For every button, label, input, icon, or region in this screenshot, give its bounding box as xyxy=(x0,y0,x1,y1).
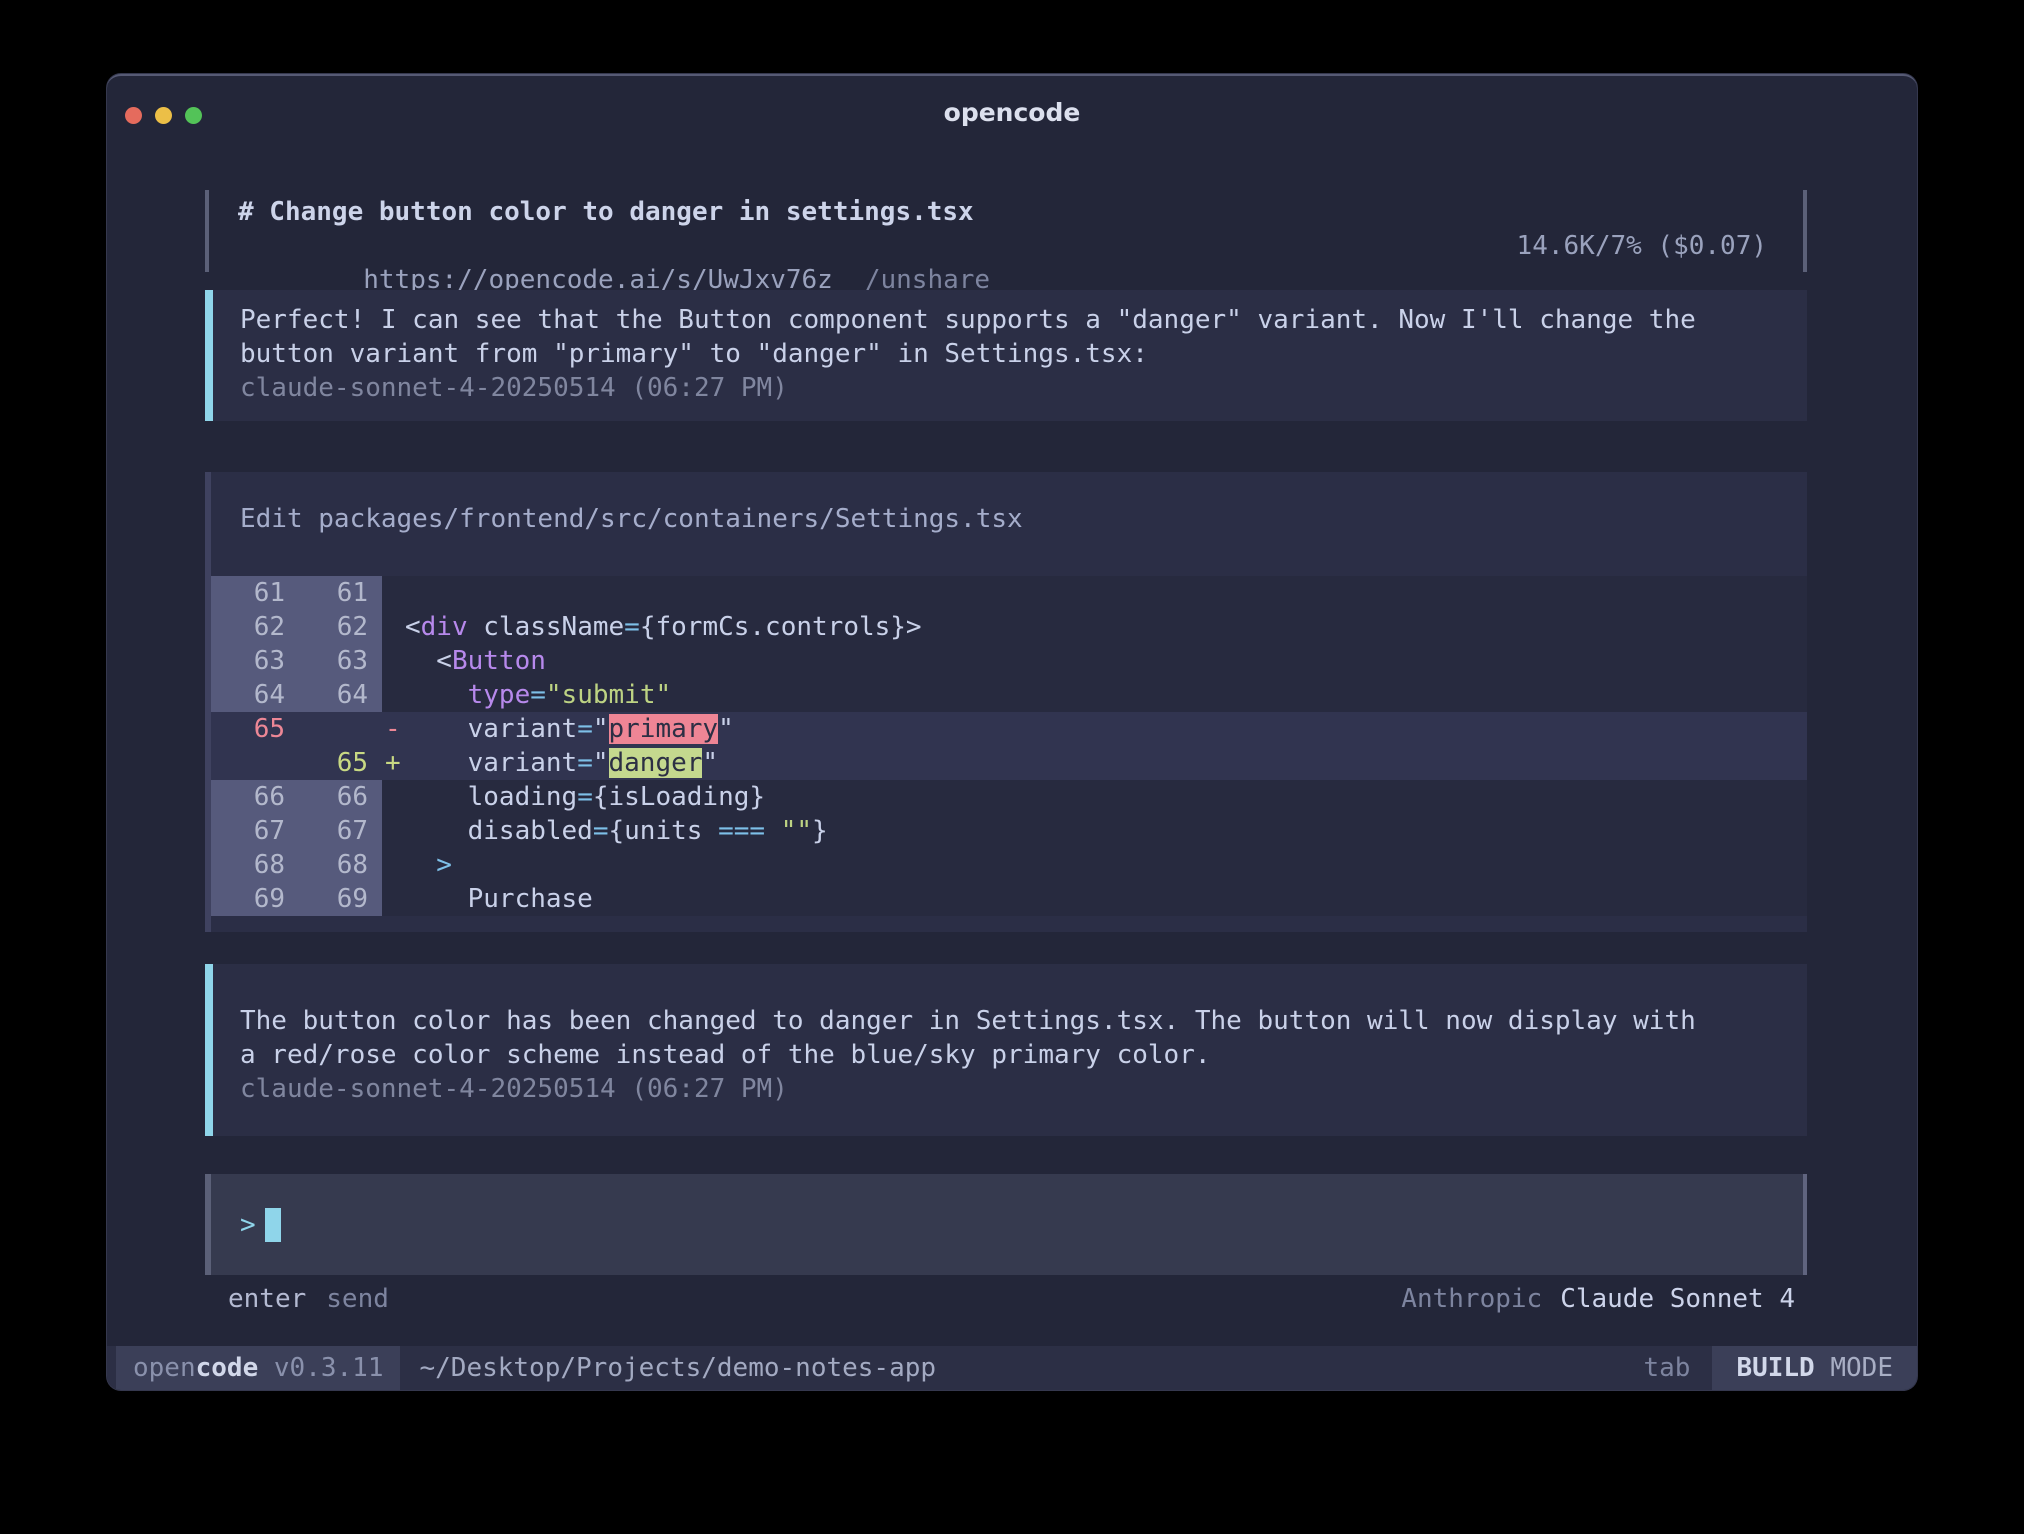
session-title: # Change button color to danger in setti… xyxy=(238,195,1767,229)
diff-row: 65 + variant="danger" xyxy=(211,746,1807,780)
send-hint: send xyxy=(326,1284,389,1314)
diff-marker xyxy=(382,848,405,882)
code-line: variant="primary" xyxy=(405,712,1807,746)
code-line: disabled={units === ""} xyxy=(405,814,1807,848)
line-number-old: 61 xyxy=(211,576,285,610)
diff-marker xyxy=(382,610,405,644)
line-number-new: 66 xyxy=(285,780,368,814)
app-version-chip: opencode v0.3.11 xyxy=(116,1346,400,1390)
enter-key-hint: enter xyxy=(228,1284,306,1314)
window-title: opencode xyxy=(107,98,1917,127)
prompt-symbol: > xyxy=(240,1210,256,1240)
diff-marker xyxy=(382,814,405,848)
line-number-old: 67 xyxy=(211,814,285,848)
opencode-window: opencode # Change button color to danger… xyxy=(107,74,1917,1390)
token-usage: 14.6K/7% ($0.07) xyxy=(1517,229,1767,263)
line-number-new: 69 xyxy=(285,882,368,916)
diff-row: 6767 disabled={units === ""} xyxy=(211,814,1807,848)
gutter-pad xyxy=(368,848,382,882)
gutter-pad xyxy=(368,678,382,712)
diff-marker xyxy=(382,882,405,916)
line-number-new xyxy=(285,712,368,746)
diff-row: 6464 type="submit" xyxy=(211,678,1807,712)
model-timestamp: claude-sonnet-4-20250514 (06:27 PM) xyxy=(240,371,1780,405)
diff-row: 6868 > xyxy=(211,848,1807,882)
gutter-pad xyxy=(368,712,382,746)
line-number-old: 69 xyxy=(211,882,285,916)
diff-row: 65 - variant="primary" xyxy=(211,712,1807,746)
message-text: a red/rose color scheme instead of the b… xyxy=(240,1038,1780,1072)
mode-name: BUILD xyxy=(1736,1353,1814,1383)
code-line: loading={isLoading} xyxy=(405,780,1807,814)
working-directory: ~/Desktop/Projects/demo-notes-app xyxy=(419,1353,936,1383)
hints-row: enter send Anthropic Claude Sonnet 4 xyxy=(205,1282,1807,1316)
app-name-open: open xyxy=(133,1353,196,1383)
line-number-new: 65 xyxy=(285,746,368,780)
diff-row: 6666 loading={isLoading} xyxy=(211,780,1807,814)
gutter-pad xyxy=(368,576,382,610)
app-name-code: code xyxy=(196,1353,259,1383)
diff-marker xyxy=(382,644,405,678)
message-text: button variant from "primary" to "danger… xyxy=(240,337,1780,371)
diff-row: 6161 xyxy=(211,576,1807,610)
status-bar: opencode v0.3.11 ~/Desktop/Projects/demo… xyxy=(107,1346,1917,1390)
line-number-old: 63 xyxy=(211,644,285,678)
prompt-input[interactable]: > xyxy=(205,1174,1807,1275)
code-line: variant="danger" xyxy=(405,746,1807,780)
line-number-old: 65 xyxy=(211,712,285,746)
model-timestamp: claude-sonnet-4-20250514 (06:27 PM) xyxy=(240,1072,1780,1106)
title-bar: opencode xyxy=(107,76,1917,140)
line-number-old xyxy=(211,746,285,780)
line-number-new: 68 xyxy=(285,848,368,882)
code-line: <div className={formCs.controls}> xyxy=(405,610,1807,644)
text-cursor xyxy=(265,1208,281,1242)
code-line: type="submit" xyxy=(405,678,1807,712)
diff-row: 6969 Purchase xyxy=(211,882,1807,916)
model-label: Claude Sonnet 4 xyxy=(1560,1284,1795,1314)
provider-label: Anthropic xyxy=(1401,1284,1542,1314)
code-line: <Button xyxy=(405,644,1807,678)
diff-marker xyxy=(382,678,405,712)
code-line xyxy=(405,576,1807,610)
assistant-message: The button color has been changed to dan… xyxy=(205,964,1807,1136)
line-number-old: 66 xyxy=(211,780,285,814)
code-line: Purchase xyxy=(405,882,1807,916)
diff-marker xyxy=(382,576,405,610)
message-text: Perfect! I can see that the Button compo… xyxy=(240,303,1780,337)
gutter-pad xyxy=(368,610,382,644)
diff-table: 61616262 <div className={formCs.controls}… xyxy=(211,576,1807,916)
line-number-new: 62 xyxy=(285,610,368,644)
diff-marker: + xyxy=(382,746,405,780)
line-number-old: 64 xyxy=(211,678,285,712)
line-number-old: 68 xyxy=(211,848,285,882)
diff-marker: - xyxy=(382,712,405,746)
gutter-pad xyxy=(368,780,382,814)
diff-marker xyxy=(382,780,405,814)
assistant-message: Perfect! I can see that the Button compo… xyxy=(205,290,1807,421)
session-header: # Change button color to danger in setti… xyxy=(205,190,1807,272)
gutter-pad xyxy=(368,882,382,916)
line-number-new: 61 xyxy=(285,576,368,610)
line-number-new: 63 xyxy=(285,644,368,678)
tab-key-hint: tab xyxy=(1643,1353,1690,1383)
line-number-new: 64 xyxy=(285,678,368,712)
line-number-new: 67 xyxy=(285,814,368,848)
message-text: The button color has been changed to dan… xyxy=(240,1004,1780,1038)
line-number-old: 62 xyxy=(211,610,285,644)
code-line: > xyxy=(405,848,1807,882)
gutter-pad xyxy=(368,644,382,678)
diff-row: 6363 <Button xyxy=(211,644,1807,678)
diff-row: 6262 <div className={formCs.controls}> xyxy=(211,610,1807,644)
mode-chip[interactable]: BUILD MODE xyxy=(1712,1346,1917,1390)
gutter-pad xyxy=(368,814,382,848)
edit-file-path: Edit packages/frontend/src/containers/Se… xyxy=(240,502,1807,536)
gutter-pad xyxy=(368,746,382,780)
edit-tool-block: Edit packages/frontend/src/containers/Se… xyxy=(205,472,1807,932)
app-version: v0.3.11 xyxy=(258,1353,383,1383)
mode-suffix: MODE xyxy=(1815,1353,1893,1383)
